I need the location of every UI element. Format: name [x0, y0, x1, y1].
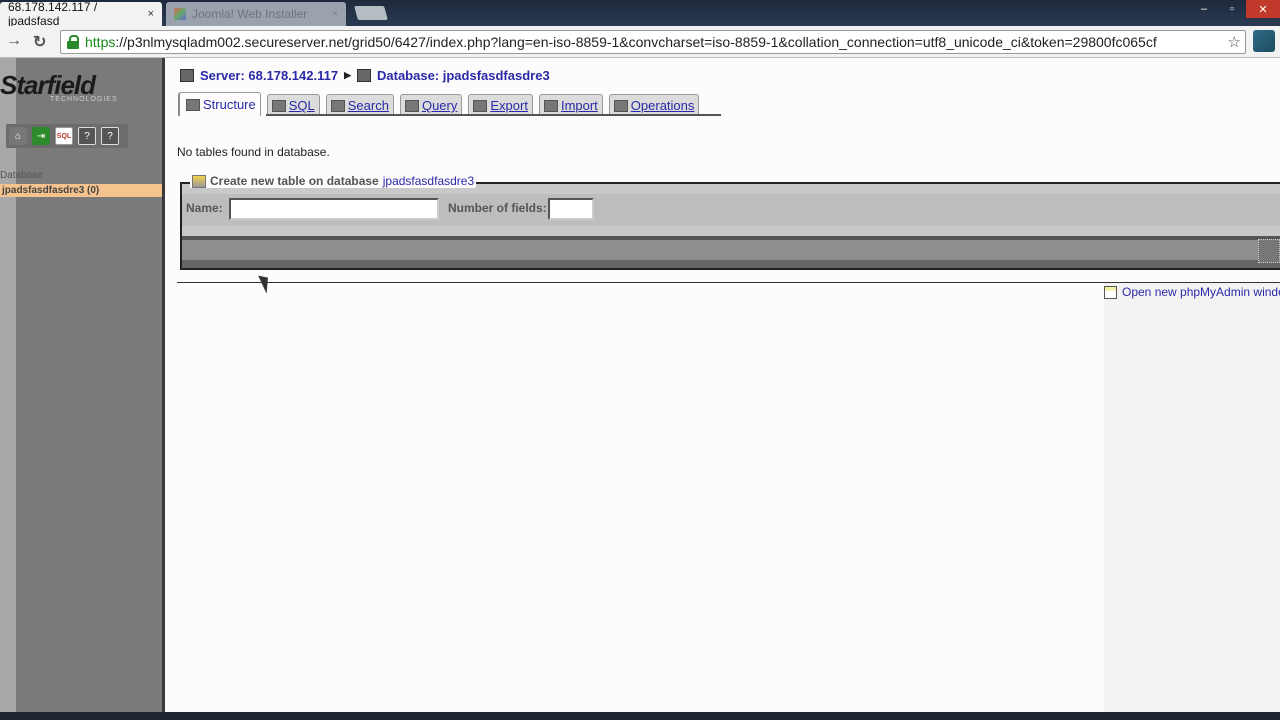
- sidebar-db-label: Database: [0, 170, 43, 181]
- reload-icon[interactable]: ↻: [33, 32, 46, 52]
- server-icon: [180, 69, 194, 82]
- documentation-icon[interactable]: ?: [101, 127, 119, 145]
- number-of-fields-label: Number of fields:: [448, 201, 547, 215]
- url-text: ://p3nlmysqladm002.secureserver.net/grid…: [115, 34, 1157, 50]
- number-of-fields-input[interactable]: [548, 198, 594, 220]
- breadcrumb-database[interactable]: Database: jpadsfasdfasdre3: [377, 68, 550, 83]
- browser-tab-active[interactable]: 68.178.142.117 / jpadsfasd ×: [0, 0, 162, 28]
- open-new-window-link[interactable]: Open new phpMyAdmin window: [1104, 285, 1280, 299]
- new-tab-button[interactable]: [354, 6, 388, 20]
- help-icon[interactable]: ?: [78, 127, 96, 145]
- divider: [177, 282, 1280, 283]
- sql-query-icon[interactable]: SQL: [55, 127, 73, 145]
- sidebar-icon-bar: ⌂ ⇥ SQL ? ?: [6, 124, 128, 148]
- sql-icon: [271, 99, 286, 112]
- breadcrumb-server[interactable]: Server: 68.178.142.117: [200, 68, 338, 83]
- create-table-submit-row: [182, 236, 1280, 260]
- open-new-window-text: Open new phpMyAdmin window: [1122, 285, 1280, 299]
- browser-toolbar: → ↻ https://p3nlmysqladm002.secureserver…: [0, 26, 1280, 58]
- tabs-underline: [266, 114, 721, 116]
- sidebar-database-item[interactable]: jpadsfasdfasdre3 (0): [0, 184, 162, 197]
- tab-title: Joomla! Web Installer: [192, 7, 308, 21]
- right-pane: [1104, 282, 1280, 712]
- structure-icon: [186, 98, 200, 111]
- operations-icon: [613, 99, 628, 112]
- forward-icon[interactable]: →: [6, 32, 22, 50]
- url-scheme: https: [85, 34, 116, 50]
- legend-db-name: jpadsfasdfasdre3: [382, 174, 475, 188]
- minimize-icon[interactable]: –: [1190, 0, 1218, 18]
- tab-search[interactable]: Search: [325, 94, 394, 116]
- tab-sql[interactable]: SQL: [266, 94, 320, 116]
- tab-import[interactable]: Import: [538, 94, 603, 116]
- tab-query[interactable]: Query: [399, 94, 463, 116]
- sidebar-strip: [0, 58, 16, 720]
- close-tab-icon[interactable]: ×: [332, 8, 338, 20]
- tab-label: Structure: [203, 97, 256, 112]
- new-window-icon: [1104, 285, 1117, 299]
- table-name-input[interactable]: [229, 198, 439, 220]
- browser-tab-inactive[interactable]: Joomla! Web Installer ×: [166, 2, 346, 26]
- os-taskbar: [0, 712, 1280, 720]
- database-icon: [357, 69, 371, 82]
- browser-tabstrip: 68.178.142.117 / jpadsfasd × Joomla! Web…: [0, 0, 1280, 28]
- close-tab-icon[interactable]: ×: [148, 8, 154, 20]
- tab-label: Import: [560, 98, 598, 113]
- tab-label: Export: [490, 98, 528, 113]
- bookmark-star-icon[interactable]: ☆: [1228, 33, 1241, 51]
- tab-title: 68.178.142.117 / jpadsfasd: [8, 0, 98, 28]
- close-window-icon[interactable]: ✕: [1246, 0, 1280, 18]
- create-table-legend: Create new table on database jpadsfasdfa…: [190, 174, 477, 188]
- import-icon: [543, 99, 558, 112]
- query-icon: [404, 99, 419, 112]
- new-table-icon: [192, 174, 206, 188]
- no-tables-notice: No tables found in database.: [177, 145, 330, 159]
- tab-label: SQL: [288, 98, 315, 113]
- address-bar[interactable]: https://p3nlmysqladm002.secureserver.net…: [60, 30, 1246, 54]
- tab-label: Search: [347, 98, 389, 113]
- tab-export[interactable]: Export: [468, 94, 533, 116]
- database-tabs: Structure SQL Search Query Export Import…: [178, 92, 700, 116]
- name-label: Name:: [186, 201, 223, 215]
- maximize-icon[interactable]: ▫: [1218, 0, 1246, 18]
- go-button[interactable]: [1258, 239, 1280, 263]
- tab-operations[interactable]: Operations: [608, 94, 700, 116]
- tab-structure[interactable]: Structure: [178, 92, 261, 116]
- starfield-logo[interactable]: Starfield: [0, 70, 150, 110]
- legend-text: Create new table on database: [210, 174, 379, 188]
- tab-label: Operations: [630, 98, 695, 113]
- window-controls: – ▫ ✕: [1190, 0, 1280, 18]
- lock-icon: [67, 35, 79, 49]
- extension-icon[interactable]: [1253, 30, 1275, 52]
- breadcrumb-separator-icon: ▶: [344, 70, 351, 80]
- tab-label: Query: [421, 98, 458, 113]
- search-icon: [330, 99, 345, 112]
- exit-icon[interactable]: ⇥: [32, 127, 50, 145]
- fieldset-bottom: [182, 260, 1280, 268]
- logo-subtitle: TECHNOLOGIES: [50, 96, 118, 103]
- navigation-frame: [0, 58, 162, 720]
- joomla-favicon-icon: [174, 8, 186, 20]
- breadcrumb: Server: 68.178.142.117 ▶ Database: jpads…: [180, 68, 550, 83]
- home-icon[interactable]: ⌂: [9, 127, 27, 145]
- export-icon: [473, 99, 488, 112]
